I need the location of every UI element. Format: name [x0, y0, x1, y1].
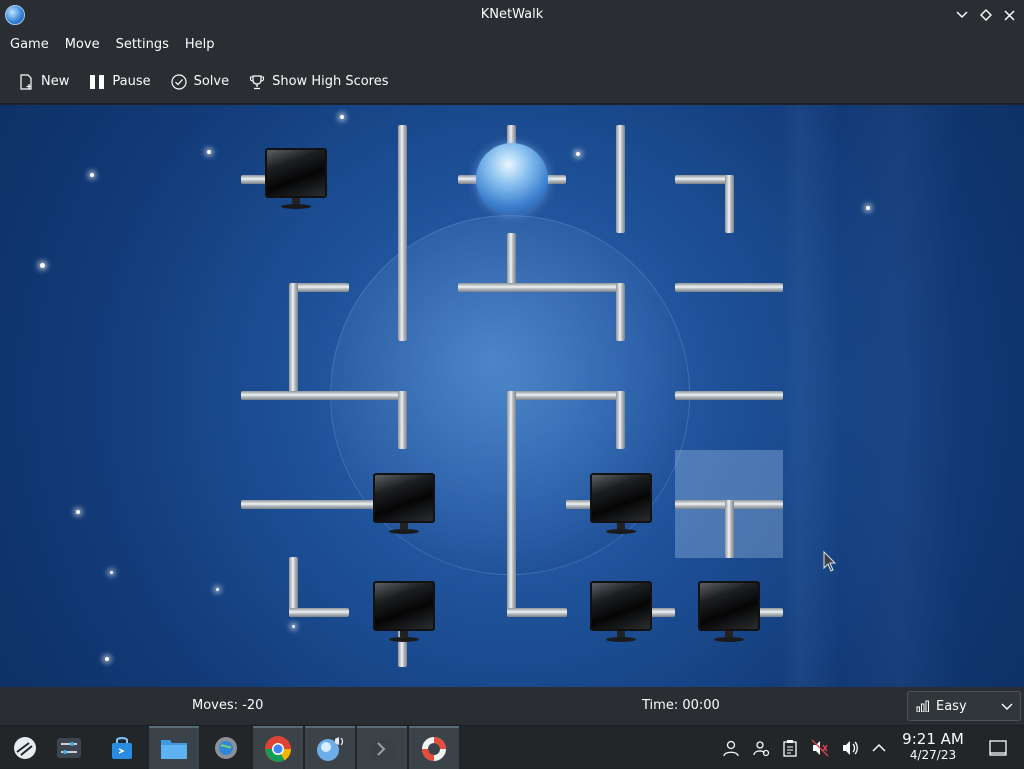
- star: [76, 510, 80, 514]
- pipe-segment: [289, 283, 349, 292]
- star: [576, 152, 580, 156]
- menu-move[interactable]: Move: [57, 30, 108, 60]
- taskbar-file-manager[interactable]: [149, 726, 199, 769]
- pipe-segment: [725, 500, 734, 558]
- status-bar: Moves: -20 Time: 00:00 Easy: [0, 687, 1024, 725]
- user-switch-icon[interactable]: [751, 738, 771, 758]
- star: [292, 625, 295, 628]
- star: [207, 150, 211, 154]
- show-high-scores-button[interactable]: Show High Scores: [241, 66, 396, 98]
- pipe-segment: [507, 391, 516, 617]
- taskbar-settings-sliders[interactable]: [44, 726, 94, 769]
- check-circle-icon: [170, 73, 187, 90]
- pause-icon: [90, 74, 105, 89]
- pause-button[interactable]: Pause: [81, 66, 158, 98]
- pipe-segment: [507, 391, 625, 400]
- gear-globe-icon: [215, 736, 237, 759]
- clipboard-icon[interactable]: [780, 738, 800, 758]
- star: [105, 657, 109, 661]
- close-button[interactable]: [999, 5, 1019, 25]
- taskbar-chrome[interactable]: [253, 726, 303, 769]
- time-counter: Time: 00:00: [642, 698, 720, 713]
- pipe-segment: [398, 125, 407, 341]
- diamond-icon: [980, 9, 992, 21]
- chevron-down-icon: [1001, 703, 1013, 710]
- pipe-segment: [458, 283, 624, 292]
- star: [110, 571, 113, 574]
- title-bar: KNetWalk: [0, 0, 1024, 30]
- menu-help[interactable]: Help: [177, 30, 223, 60]
- moves-counter: Moves: -20: [192, 698, 264, 713]
- show-desktop-icon[interactable]: [988, 738, 1008, 758]
- toolbar: New Pause Solve Show High Scores: [0, 60, 1024, 104]
- trophy-icon: [250, 74, 265, 89]
- pipe-segment: [675, 283, 783, 292]
- close-icon: [1003, 9, 1015, 21]
- computer-monitor[interactable]: [373, 581, 435, 643]
- computer-monitor[interactable]: [590, 581, 652, 643]
- show-high-scores-label: Show High Scores: [272, 74, 389, 89]
- star: [40, 263, 45, 268]
- mouse-cursor-icon: [823, 551, 837, 572]
- star: [90, 173, 94, 177]
- window-title: KNetWalk: [480, 7, 544, 22]
- pipe-segment: [725, 175, 734, 233]
- taskbar-terminal[interactable]: [357, 726, 407, 769]
- application-launcher[interactable]: [0, 726, 50, 769]
- taskbar-knetwalk[interactable]: [305, 726, 355, 769]
- pipe-segment: [289, 283, 298, 395]
- computer-monitor[interactable]: [590, 473, 652, 535]
- clock-date[interactable]: 4/27/23: [896, 748, 970, 762]
- lifebuoy-icon: [422, 736, 446, 761]
- computer-monitor[interactable]: [373, 473, 435, 535]
- new-game-button[interactable]: New: [10, 66, 77, 98]
- solve-label: Solve: [193, 74, 230, 89]
- pipe-segment: [241, 500, 381, 509]
- solve-button[interactable]: Solve: [163, 66, 238, 98]
- taskbar: 9:21 AM 4/27/23: [0, 725, 1024, 769]
- star: [216, 588, 219, 591]
- taskbar-discover[interactable]: [97, 726, 147, 769]
- computer-monitor[interactable]: [265, 148, 327, 210]
- computer-monitor[interactable]: [698, 581, 760, 643]
- steamdeck-launcher-icon: [14, 736, 36, 759]
- game-board[interactable]: [0, 105, 1024, 687]
- new-game-label: New: [41, 74, 70, 89]
- folder-icon: [161, 739, 187, 759]
- menu-bar: Game Move Settings Help: [0, 30, 1024, 60]
- difficulty-value: Easy: [936, 698, 967, 714]
- store-bag-icon: [112, 736, 132, 759]
- speaker-muted-icon[interactable]: [810, 738, 830, 758]
- clock-time[interactable]: 9:21 AM: [896, 730, 970, 748]
- user-icon[interactable]: [721, 738, 741, 758]
- taskbar-system-settings[interactable]: [201, 726, 251, 769]
- server-globe[interactable]: [476, 143, 548, 215]
- pipe-segment: [241, 391, 407, 400]
- star: [866, 206, 870, 210]
- menu-settings[interactable]: Settings: [108, 30, 177, 60]
- star: [340, 115, 344, 119]
- sliders-icon: [57, 737, 81, 758]
- pause-label: Pause: [112, 74, 151, 89]
- chevron-up-icon[interactable]: [869, 738, 889, 758]
- menu-game[interactable]: Game: [2, 30, 57, 60]
- knetwalk-icon: [317, 736, 344, 761]
- pipe-segment: [289, 608, 349, 617]
- taskbar-help[interactable]: [409, 726, 459, 769]
- pipe-segment: [616, 125, 625, 233]
- pipe-segment: [398, 391, 407, 449]
- signal-bars-icon: [916, 700, 929, 712]
- maximize-button[interactable]: [976, 5, 996, 25]
- volume-icon[interactable]: [840, 738, 860, 758]
- chrome-icon: [265, 735, 292, 762]
- new-document-icon: [20, 73, 32, 90]
- pipe-segment: [616, 391, 625, 449]
- pipe-segment: [675, 391, 783, 400]
- chevron-down-icon: [956, 11, 968, 19]
- difficulty-select[interactable]: Easy: [907, 691, 1021, 721]
- minimize-button[interactable]: [952, 5, 972, 25]
- pipe-segment: [616, 283, 625, 341]
- terminal-icon: [370, 737, 394, 760]
- pipe-segment: [507, 608, 567, 617]
